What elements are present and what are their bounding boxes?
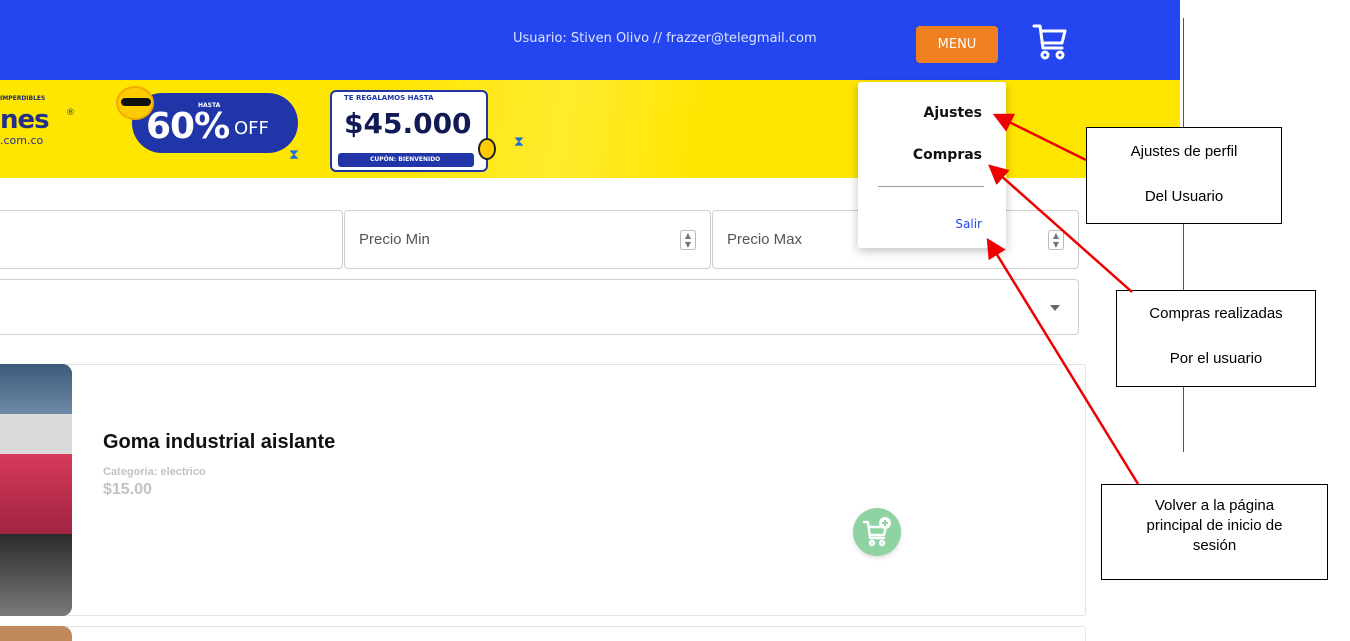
annotation-line: Por el usuario bbox=[1169, 350, 1263, 367]
menu-item-compras[interactable]: Compras bbox=[913, 147, 982, 163]
annotation-line: Ajustes de perfil bbox=[1130, 143, 1238, 160]
price-min-input[interactable]: Precio Min ▲ ▼ bbox=[344, 210, 711, 269]
coupon-header: TE REGALAMOS HASTA bbox=[344, 94, 434, 102]
banner-small-text: IMPERDIBLES bbox=[0, 95, 46, 102]
discount-suffix: OFF bbox=[234, 118, 269, 139]
menu-divider bbox=[878, 186, 984, 187]
annotation-profile-settings: Ajustes de perfil Del Usuario bbox=[1086, 127, 1282, 224]
banner-domain: .com.co bbox=[0, 134, 44, 147]
hourglass-icon: ⧗ bbox=[514, 134, 524, 150]
cart-icon[interactable] bbox=[1032, 22, 1068, 62]
menu-item-ajustes[interactable]: Ajustes bbox=[924, 105, 982, 121]
top-navbar: Usuario: Stiven Olivo // frazzer@telegma… bbox=[0, 0, 1180, 80]
product-image bbox=[0, 364, 72, 616]
menu-item-salir[interactable]: Salir bbox=[955, 217, 982, 231]
annotation-logout: Volver a la página principal de inicio d… bbox=[1101, 484, 1328, 580]
product-card[interactable] bbox=[0, 364, 1086, 616]
coupon-code: CUPÓN: BIENVENIDO bbox=[370, 156, 441, 163]
product-image bbox=[0, 626, 72, 641]
user-menu-dropdown: Ajustes Compras Salir bbox=[858, 82, 1006, 248]
product-price: $15.00 bbox=[103, 481, 152, 498]
product-name: Goma industrial aislante bbox=[103, 431, 336, 453]
product-category: Categoría: electrico bbox=[103, 466, 206, 478]
banner-brand: nes bbox=[0, 105, 50, 135]
hourglass-icon: ⧗ bbox=[289, 147, 299, 163]
discount-value: 60% bbox=[146, 106, 230, 147]
annotation-line: sesión bbox=[1192, 537, 1237, 554]
banner-registered-mark: ® bbox=[66, 108, 75, 118]
chevron-down-icon[interactable] bbox=[1050, 305, 1060, 311]
product-card[interactable] bbox=[0, 626, 1086, 641]
price-max-stepper[interactable]: ▲ ▼ bbox=[1048, 230, 1064, 250]
screen: Usuario: Stiven Olivo // frazzer@telegma… bbox=[0, 0, 1350, 641]
user-info-label: Usuario: Stiven Olivo // frazzer@telegma… bbox=[513, 31, 817, 46]
annotation-line: Volver a la página bbox=[1154, 497, 1275, 514]
coupon-amount: $45.000 bbox=[344, 107, 472, 140]
price-min-placeholder: Precio Min bbox=[359, 231, 430, 248]
mascot-icon bbox=[478, 138, 496, 160]
price-max-placeholder: Precio Max bbox=[727, 231, 803, 248]
category-select[interactable] bbox=[0, 279, 1079, 335]
annotation-line: Del Usuario bbox=[1144, 188, 1224, 205]
add-to-cart-button[interactable] bbox=[853, 508, 901, 556]
annotation-line: principal de inicio de bbox=[1146, 517, 1283, 534]
price-min-stepper[interactable]: ▲ ▼ bbox=[680, 230, 696, 250]
annotation-line: Compras realizadas bbox=[1149, 305, 1283, 322]
annotation-purchases: Compras realizadas Por el usuario bbox=[1116, 290, 1316, 387]
search-input[interactable] bbox=[0, 210, 343, 269]
cart-plus-icon bbox=[862, 517, 891, 547]
menu-button[interactable]: MENU bbox=[916, 26, 998, 63]
